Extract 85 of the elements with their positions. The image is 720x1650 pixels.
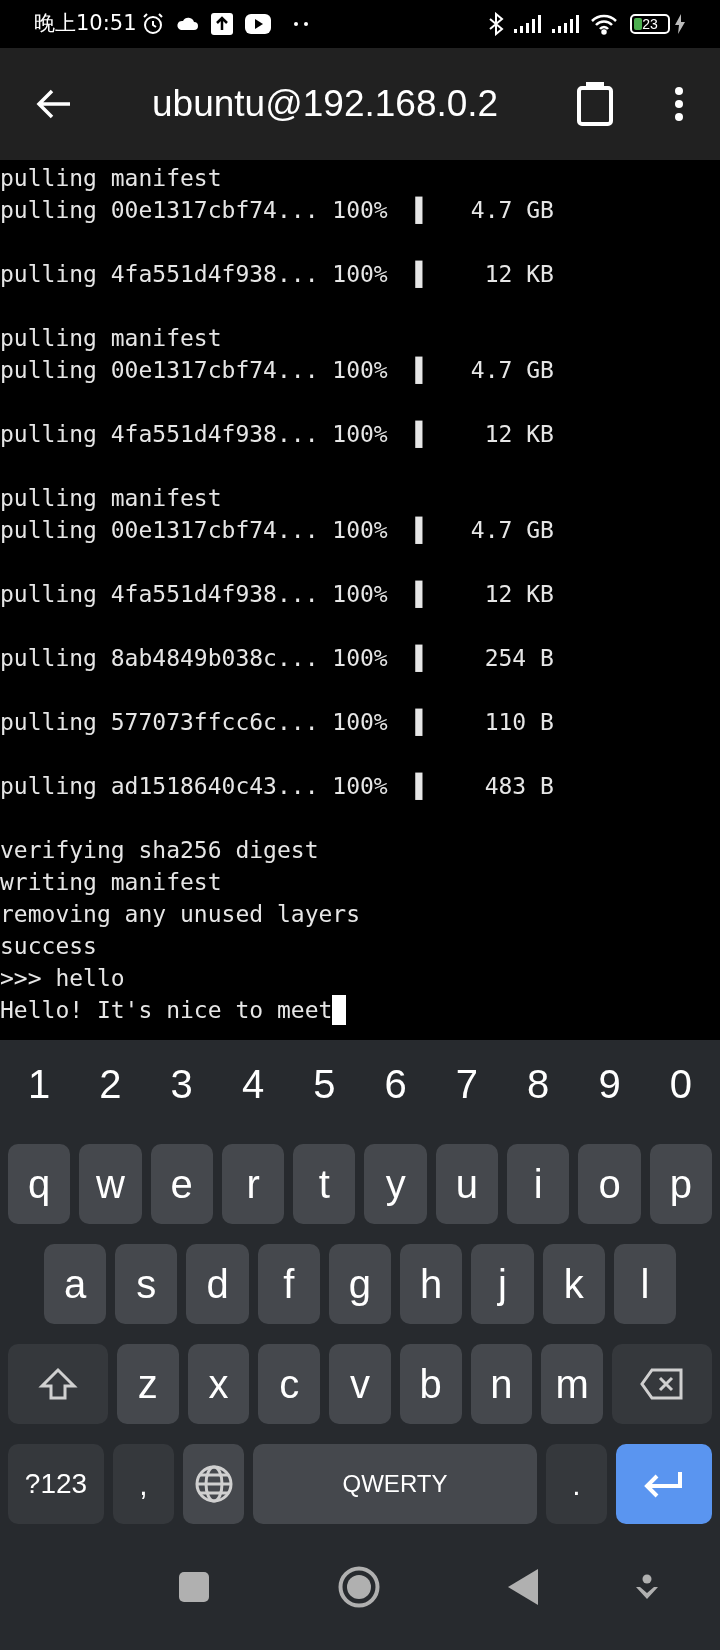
terminal-line: pulling 00e1317cbf74... 100% ▌ 4.7 GB: [0, 515, 554, 546]
letter-key[interactable]: t: [293, 1144, 356, 1224]
punctuation-key[interactable]: ,: [113, 1444, 174, 1524]
letter-key[interactable]: s: [115, 1244, 178, 1324]
back-arrow-icon[interactable]: [36, 88, 72, 120]
upload-icon: [210, 13, 233, 35]
letter-key[interactable]: r: [221, 1144, 285, 1224]
back-icon[interactable]: [508, 1569, 538, 1605]
number-key[interactable]: 9: [578, 1044, 641, 1124]
letter-key[interactable]: i: [507, 1144, 570, 1224]
number-key[interactable]: 1: [8, 1044, 71, 1124]
more-dots-icon: [292, 21, 309, 27]
terminal-line: removing any unused layers: [0, 900, 361, 929]
number-key[interactable]: 8: [507, 1044, 570, 1124]
globe-icon: [193, 1464, 234, 1504]
backspace-key[interactable]: [612, 1344, 713, 1424]
number-key[interactable]: 0: [649, 1044, 712, 1124]
enter-key[interactable]: [616, 1444, 712, 1524]
terminal-line: pulling 00e1317cbf74... 100% ▌ 4.7 GB: [0, 355, 554, 386]
letter-key[interactable]: z: [117, 1344, 179, 1424]
terminal-line: pulling 4fa551d4f938... 100% ▌ 12 KB: [0, 419, 554, 450]
number-key[interactable]: 7: [435, 1044, 499, 1124]
letter-key[interactable]: a: [44, 1244, 107, 1324]
language-key[interactable]: [183, 1444, 244, 1524]
signal-icon: [514, 14, 544, 34]
letter-key[interactable]: v: [329, 1344, 391, 1424]
number-key[interactable]: 5: [293, 1044, 356, 1124]
letter-key[interactable]: e: [150, 1144, 213, 1224]
letter-key[interactable]: d: [186, 1244, 249, 1324]
letter-key[interactable]: j: [471, 1244, 534, 1324]
bluetooth-icon: [488, 12, 504, 36]
letter-key[interactable]: k: [542, 1244, 605, 1324]
letter-key[interactable]: l: [613, 1244, 676, 1324]
charging-icon: [674, 14, 686, 34]
signal-icon: [552, 14, 582, 34]
terminal-line: pulling manifest: [0, 164, 222, 193]
terminal-line: writing manifest: [0, 868, 222, 897]
terminal-line: pulling 00e1317cbf74... 100% ▌ 4.7 GB: [0, 195, 554, 226]
letter-key[interactable]: y: [364, 1144, 427, 1224]
letter-key[interactable]: h: [400, 1244, 463, 1324]
recent-apps-icon[interactable]: [179, 1572, 209, 1602]
more-options-icon[interactable]: [674, 86, 684, 122]
letter-key[interactable]: n: [470, 1344, 533, 1424]
cloud-icon: [174, 16, 199, 32]
letter-key[interactable]: u: [435, 1144, 499, 1224]
letter-key[interactable]: f: [257, 1244, 320, 1324]
letter-key[interactable]: c: [258, 1344, 321, 1424]
window-title: ubuntu@192.168.0.2: [152, 82, 499, 127]
shift-icon: [38, 1367, 78, 1401]
enter-icon: [644, 1470, 684, 1498]
letter-key[interactable]: b: [399, 1344, 462, 1424]
terminal-line: Hello! It's nice to meet: [0, 996, 333, 1025]
home-icon[interactable]: [338, 1566, 380, 1608]
letter-key[interactable]: p: [649, 1144, 712, 1224]
space-bar[interactable]: QWERTY: [253, 1444, 537, 1524]
clipboard-icon[interactable]: [576, 82, 614, 126]
terminal-line: pulling manifest: [0, 484, 222, 513]
punctuation-key[interactable]: .: [546, 1444, 607, 1524]
terminal-line: pulling 8ab4849b038c... 100% ▌ 254 B: [0, 643, 554, 674]
terminal-line: pulling manifest: [0, 324, 222, 353]
number-key[interactable]: 4: [221, 1044, 285, 1124]
letter-key[interactable]: x: [187, 1344, 250, 1424]
terminal-line: >>> hello: [0, 964, 125, 993]
backspace-icon: [640, 1368, 685, 1400]
terminal-line: pulling 4fa551d4f938... 100% ▌ 12 KB: [0, 579, 554, 610]
letter-key[interactable]: w: [79, 1144, 142, 1224]
wifi-icon: [590, 13, 618, 35]
letter-key[interactable]: q: [8, 1144, 71, 1224]
terminal-line: success: [0, 932, 97, 961]
shift-key[interactable]: [8, 1344, 108, 1424]
terminal-line: pulling 577073ffcc6c... 100% ▌ 110 B: [0, 707, 554, 738]
terminal-line: verifying sha256 digest: [0, 836, 319, 865]
number-key[interactable]: 3: [150, 1044, 213, 1124]
status-time: 晚上10:51: [34, 10, 137, 38]
letter-key[interactable]: g: [328, 1244, 392, 1324]
symbols-key[interactable]: ?123: [8, 1444, 104, 1524]
letter-key[interactable]: m: [541, 1344, 604, 1424]
terminal-line: pulling ad1518640c43... 100% ▌ 483 B: [0, 771, 554, 802]
hide-keyboard-icon[interactable]: [635, 1574, 659, 1600]
terminal-line: pulling 4fa551d4f938... 100% ▌ 12 KB: [0, 259, 554, 290]
letter-key[interactable]: o: [578, 1144, 641, 1224]
number-key[interactable]: 2: [79, 1044, 142, 1124]
video-icon: [244, 14, 271, 34]
number-key[interactable]: 6: [364, 1044, 427, 1124]
battery-icon: 23: [630, 14, 670, 34]
